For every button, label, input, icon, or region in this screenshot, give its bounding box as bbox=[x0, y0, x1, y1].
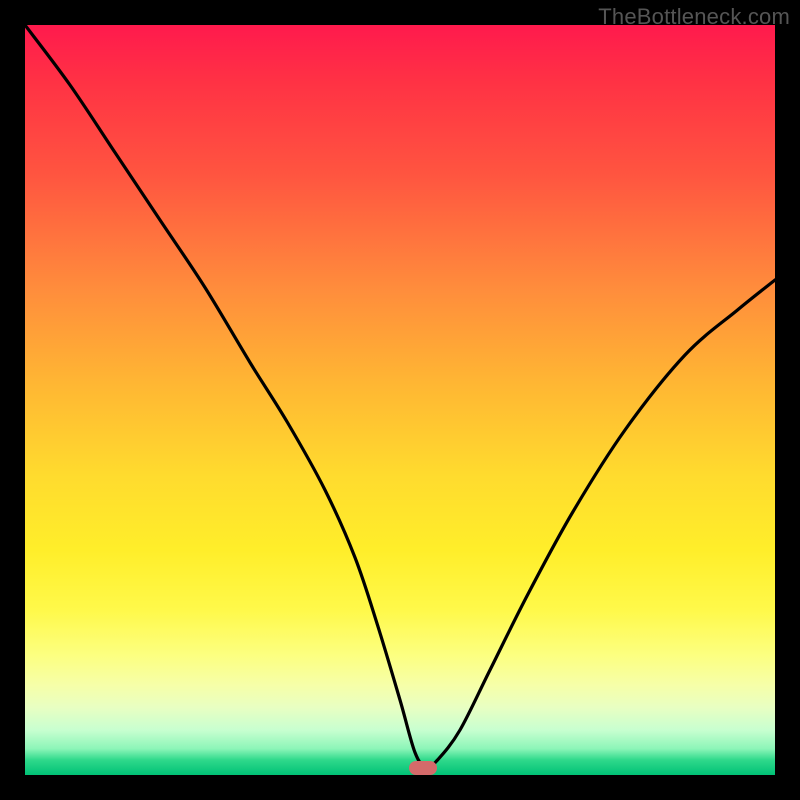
watermark-text: TheBottleneck.com bbox=[598, 4, 790, 30]
chart-frame: TheBottleneck.com bbox=[0, 0, 800, 800]
minimum-marker bbox=[409, 761, 437, 775]
bottleneck-curve bbox=[25, 25, 775, 775]
plot-area bbox=[25, 25, 775, 775]
